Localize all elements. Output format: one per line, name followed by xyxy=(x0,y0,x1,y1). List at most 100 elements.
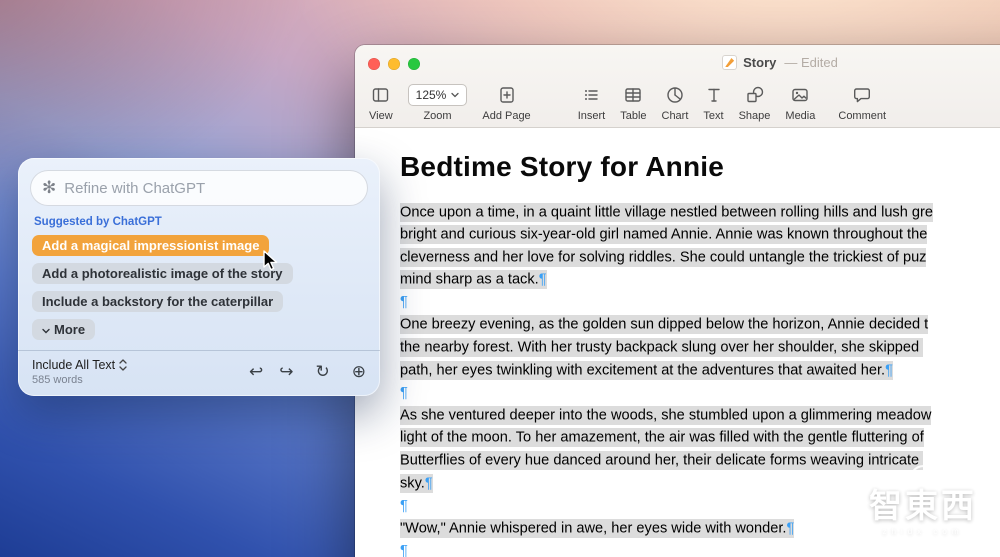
toolbar-item-zoom[interactable]: 125% Zoom xyxy=(408,83,468,122)
chevron-down-icon xyxy=(451,92,459,98)
pilcrow-mark: ¶ xyxy=(787,520,795,536)
document-line: ¶ xyxy=(400,543,1000,557)
shape-icon xyxy=(745,83,765,107)
toolbar-label: Comment xyxy=(838,110,886,122)
document-line: path, her eyes twinkling with excitement… xyxy=(400,362,1000,385)
selected-text: Butterflies of every hue danced around h… xyxy=(400,451,923,470)
document-line: mind sharp as a tack.¶ xyxy=(400,272,1000,295)
toolbar-item-add-page[interactable]: Add Page xyxy=(482,83,530,122)
edited-badge: — Edited xyxy=(784,55,837,70)
toolbar-item-shape[interactable]: Shape xyxy=(739,83,771,122)
zoom-control: 125% xyxy=(408,83,468,107)
pilcrow-mark: ¶ xyxy=(400,543,408,557)
document-line: bright and curious six-year-old girl nam… xyxy=(400,227,1000,250)
document-body[interactable]: Bedtime Story for Annie Once upon a time… xyxy=(355,129,1000,557)
document-line: sky.¶ xyxy=(400,475,1000,498)
suggested-by-label: Suggested by ChatGPT xyxy=(34,216,380,228)
window-title: Story — Edited xyxy=(355,55,1000,70)
pilcrow-mark: ¶ xyxy=(400,385,408,401)
toolbar-item-chart[interactable]: Chart xyxy=(662,83,689,122)
panel-footer: Include All Text 585 words ↩ ↪ ↻ ⊕ xyxy=(18,350,380,396)
suggestion-list: Add a magical impressionist image Add a p… xyxy=(18,235,380,312)
document-line: ¶ xyxy=(400,385,1000,408)
chatgpt-input[interactable]: ✻ Refine with ChatGPT xyxy=(30,170,368,206)
suggestion-button[interactable]: Add a magical impressionist image xyxy=(32,235,269,256)
view-icon xyxy=(370,83,391,107)
document-line: Butterflies of every hue danced around h… xyxy=(400,453,1000,476)
toolbar-item-media[interactable]: Media xyxy=(785,83,815,122)
toolbar-label: Add Page xyxy=(482,110,530,122)
chevron-down-icon xyxy=(42,322,50,337)
document-text: Once upon a time, in a quaint little vil… xyxy=(400,204,1000,557)
toolbar-label: Insert xyxy=(578,110,606,122)
pilcrow-mark: ¶ xyxy=(885,362,893,378)
selected-text: bright and curious six-year-old girl nam… xyxy=(400,225,927,244)
toolbar-item-table[interactable]: Table xyxy=(620,83,646,122)
desktop: { "colors": { "accent_orange": "#F2A33C"… xyxy=(0,0,1000,557)
document-title: Story xyxy=(743,55,776,70)
toolbar-item-view[interactable]: View xyxy=(369,83,393,122)
add-page-icon xyxy=(497,83,517,107)
toolbar-label: Text xyxy=(703,110,723,122)
text-icon xyxy=(704,83,724,107)
document-line: One breezy evening, as the golden sun di… xyxy=(400,317,1000,340)
selected-text: sky.¶ xyxy=(400,474,433,493)
redo-icon[interactable]: ↪ xyxy=(279,362,293,382)
more-button[interactable]: More xyxy=(32,319,95,340)
selected-text: cleverness and her love for solving ridd… xyxy=(400,248,926,267)
zoom-value: 125% xyxy=(416,88,447,102)
pages-doc-icon xyxy=(722,55,737,70)
selected-text: the nearby forest. With her trusty backp… xyxy=(400,338,923,357)
document-line: As she ventured deeper into the woods, s… xyxy=(400,407,1000,430)
add-icon[interactable]: ⊕ xyxy=(352,362,366,382)
up-down-chevron-icon xyxy=(119,359,127,371)
document-line: ¶ xyxy=(400,294,1000,317)
insert-icon xyxy=(581,83,601,107)
toolbar-label: Chart xyxy=(662,110,689,122)
toolbar-label: Media xyxy=(785,110,815,122)
word-count: 585 words xyxy=(32,374,127,386)
document-line: "Wow," Annie whispered in awe, her eyes … xyxy=(400,520,1000,543)
selected-text: mind sharp as a tack.¶ xyxy=(400,270,547,289)
comment-icon xyxy=(852,83,872,107)
toolbar: View 125% Zoom Add Page Insert Table Chart Text… xyxy=(369,83,901,122)
selected-text: "Wow," Annie whispered in awe, her eyes … xyxy=(400,519,794,538)
chatgpt-icon: ✻ xyxy=(42,178,56,198)
selected-text: path, her eyes twinkling with excitement… xyxy=(400,361,893,380)
zoom-dropdown[interactable]: 125% xyxy=(408,84,468,106)
table-icon xyxy=(623,83,643,107)
pilcrow-mark: ¶ xyxy=(539,272,547,288)
document-heading: Bedtime Story for Annie xyxy=(400,151,1000,183)
chatgpt-panel: ✻ Refine with ChatGPT Suggested by ChatG… xyxy=(18,158,380,396)
chatgpt-input-placeholder: Refine with ChatGPT xyxy=(64,180,205,197)
document-line: Once upon a time, in a quaint little vil… xyxy=(400,204,1000,227)
suggestion-button[interactable]: Add a photorealistic image of the story xyxy=(32,263,293,284)
panel-action-icons: ↩ ↪ ↻ ⊕ xyxy=(249,362,366,382)
selected-text: light of the moon. To her amazement, the… xyxy=(400,428,924,447)
toolbar-item-text[interactable]: Text xyxy=(703,83,723,122)
toolbar-label: Table xyxy=(620,110,646,122)
suggestion-button[interactable]: Include a backstory for the caterpillar xyxy=(32,291,283,312)
selected-text: As she ventured deeper into the woods, s… xyxy=(400,406,931,425)
document-line: ¶ xyxy=(400,498,1000,521)
toolbar-item-comment[interactable]: Comment xyxy=(838,83,886,122)
pilcrow-mark: ¶ xyxy=(400,498,408,514)
window-titlebar[interactable]: Story — Edited View 125% Zoom Add Page Inser… xyxy=(355,45,1000,128)
refresh-icon[interactable]: ↻ xyxy=(316,362,330,382)
pilcrow-mark: ¶ xyxy=(400,294,408,310)
selected-text: One breezy evening, as the golden sun di… xyxy=(400,315,928,334)
media-icon xyxy=(790,83,810,107)
chart-icon xyxy=(665,83,685,107)
toolbar-item-insert[interactable]: Insert xyxy=(578,83,606,122)
pages-window: Story — Edited View 125% Zoom Add Page Inser… xyxy=(355,45,1000,557)
undo-icon[interactable]: ↩ xyxy=(249,362,263,382)
toolbar-label: Shape xyxy=(739,110,771,122)
selected-text: Once upon a time, in a quaint little vil… xyxy=(400,203,933,222)
document-line: the nearby forest. With her trusty backp… xyxy=(400,340,1000,363)
toolbar-label: View xyxy=(369,110,393,122)
include-all-text-popup[interactable]: Include All Text xyxy=(32,358,127,372)
document-line: light of the moon. To her amazement, the… xyxy=(400,430,1000,453)
pilcrow-mark: ¶ xyxy=(425,475,433,491)
toolbar-label: Zoom xyxy=(423,110,451,122)
document-line: cleverness and her love for solving ridd… xyxy=(400,249,1000,272)
